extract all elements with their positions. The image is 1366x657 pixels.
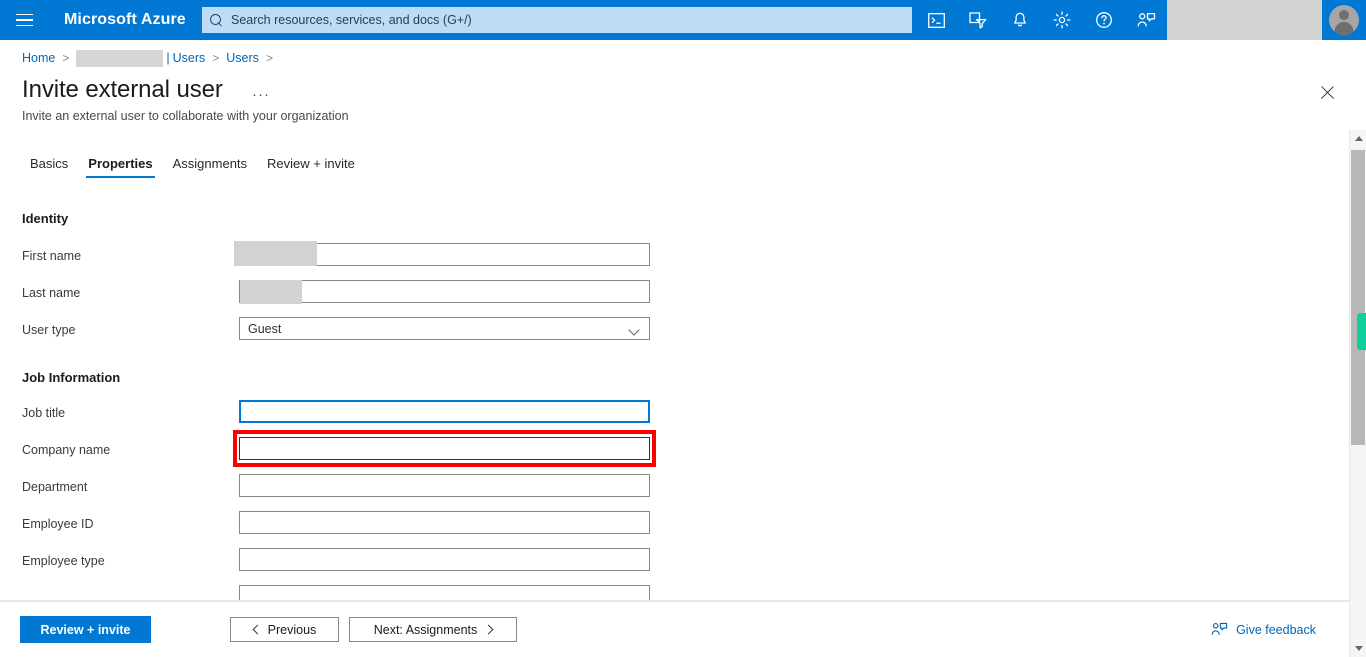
page-subtitle: Invite an external user to collaborate w… — [22, 109, 349, 123]
avatar — [1329, 5, 1359, 35]
form-row-first-name: First name — [0, 241, 700, 273]
label-company-name: Company name — [22, 443, 111, 457]
scroll-position-marker — [1357, 313, 1366, 350]
form-row-user-type: User type Guest — [0, 317, 700, 347]
search-icon — [210, 13, 223, 27]
label-user-type: User type — [22, 323, 76, 337]
chevron-left-icon — [253, 626, 260, 633]
feedback-person-icon — [1211, 622, 1228, 635]
breadcrumb-item-users-2[interactable]: Users — [226, 51, 259, 65]
user-type-value: Guest — [248, 321, 282, 336]
label-job-title: Job title — [22, 406, 66, 420]
close-icon[interactable] — [1317, 82, 1339, 104]
user-type-select[interactable]: Guest — [239, 317, 650, 340]
wizard-footer: Review + invite Previous Next: Assignmen… — [0, 601, 1349, 657]
label-last-name: Last name — [22, 286, 81, 300]
feedback-person-icon[interactable] — [1125, 0, 1167, 40]
more-options-icon[interactable]: ··· — [251, 84, 271, 104]
breadcrumb: Home > | Users > Users > — [22, 48, 280, 68]
give-feedback-label: Give feedback — [1236, 622, 1316, 637]
azure-brand-title[interactable]: Microsoft Azure — [64, 11, 186, 29]
employee-id-input[interactable] — [239, 511, 650, 534]
form-row-employee-type: Employee type — [0, 548, 700, 578]
label-employee-type: Employee type — [22, 554, 105, 568]
breadcrumb-separator: > — [62, 51, 70, 65]
tab-properties[interactable]: Properties — [78, 156, 162, 178]
notifications-bell-icon[interactable] — [999, 0, 1041, 40]
breadcrumb-item-home[interactable]: Home — [22, 51, 55, 65]
previous-button[interactable]: Previous — [230, 617, 339, 642]
tab-review-invite[interactable]: Review + invite — [257, 156, 365, 178]
global-header: Microsoft Azure Search resources, servic… — [0, 0, 1366, 40]
chevron-down-icon — [630, 326, 639, 335]
hamburger-menu-icon[interactable] — [0, 0, 48, 40]
form-row-company-name: Company name — [0, 430, 700, 467]
page-scrollbar[interactable] — [1349, 130, 1366, 657]
chevron-right-icon — [485, 626, 492, 633]
employee-type-input[interactable] — [239, 548, 650, 571]
tab-assignments[interactable]: Assignments — [163, 156, 257, 178]
section-title-job-information: Job Information — [22, 370, 121, 385]
department-input[interactable] — [239, 474, 650, 497]
scroll-down-arrow-icon[interactable] — [1350, 640, 1366, 657]
label-department: Department — [22, 480, 88, 494]
label-employee-id: Employee ID — [22, 517, 94, 531]
directories-subscriptions-filter-icon[interactable] — [957, 0, 999, 40]
clipped-input[interactable] — [239, 585, 650, 600]
form-row-job-title: Job title — [0, 400, 700, 430]
scrollbar-thumb[interactable] — [1351, 150, 1365, 445]
cloud-shell-icon[interactable] — [915, 0, 957, 40]
form-row-last-name: Last name — [0, 280, 700, 310]
label-first-name: First name — [22, 249, 82, 263]
form-row-clipped — [0, 585, 700, 600]
previous-button-label: Previous — [267, 622, 317, 637]
form-row-employee-id: Employee ID — [0, 511, 700, 541]
global-search-input[interactable]: Search resources, services, and docs (G+… — [202, 7, 912, 33]
company-name-input[interactable] — [239, 437, 650, 460]
breadcrumb-item-users-1[interactable]: Users — [173, 51, 206, 65]
wizard-tabs: Basics Properties Assignments Review + i… — [20, 148, 365, 178]
breadcrumb-separator: > — [212, 51, 220, 65]
tab-basics[interactable]: Basics — [20, 156, 78, 178]
job-title-input[interactable] — [239, 400, 650, 423]
search-placeholder: Search resources, services, and docs (G+… — [231, 13, 472, 27]
help-question-icon[interactable] — [1083, 0, 1125, 40]
breadcrumb-pipe: | — [166, 51, 170, 65]
settings-gear-icon[interactable] — [1041, 0, 1083, 40]
give-feedback-button[interactable]: Give feedback — [1211, 622, 1316, 637]
form-row-department: Department — [0, 474, 700, 504]
section-title-identity: Identity — [22, 211, 69, 226]
redacted-account-name — [1167, 0, 1322, 40]
next-button-label: Next: Assignments — [373, 622, 478, 637]
properties-form: Identity First name Last name User type … — [0, 190, 1340, 600]
breadcrumb-separator: > — [265, 51, 273, 65]
user-account-button[interactable] — [1322, 0, 1366, 40]
review-invite-button[interactable]: Review + invite — [20, 616, 151, 643]
header-icon-group — [915, 0, 1366, 40]
scroll-up-arrow-icon[interactable] — [1350, 130, 1366, 147]
next-assignments-button[interactable]: Next: Assignments — [349, 617, 517, 642]
redacted-first-name-value — [234, 241, 317, 266]
page-title: Invite external user — [22, 76, 223, 103]
breadcrumb-item-redacted-tenant[interactable] — [76, 49, 164, 67]
redacted-last-name-value — [240, 280, 302, 304]
